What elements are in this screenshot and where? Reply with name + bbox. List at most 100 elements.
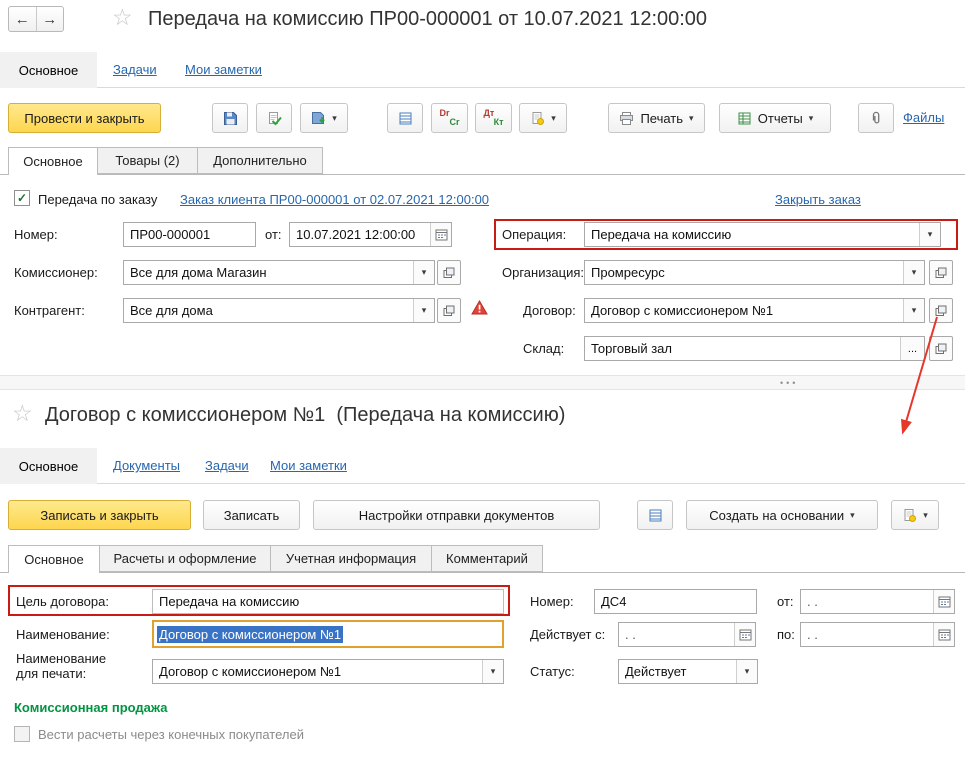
reports-label: Отчеты <box>757 110 803 126</box>
attachments-button[interactable] <box>858 103 894 133</box>
chevron-down-icon: ▾ <box>551 112 556 123</box>
valid-from-field[interactable]: . . <box>618 622 756 647</box>
calendar-button[interactable] <box>933 590 954 613</box>
contract-date-field[interactable]: . . <box>800 589 955 614</box>
post-button[interactable] <box>256 103 292 133</box>
dropdown-button[interactable]: ▾ <box>413 261 434 284</box>
operation-field[interactable]: Передача на комиссию ▾ <box>584 222 941 247</box>
dropdown-button[interactable]: ▾ <box>919 223 940 246</box>
doc2-nav-main[interactable]: Основное <box>0 448 97 484</box>
organization-field[interactable]: Промресурс ▾ <box>584 260 925 285</box>
chevron-down-icon: ▾ <box>808 112 814 123</box>
back-button[interactable]: ← <box>9 7 37 31</box>
name-label: Наименование: <box>16 627 110 642</box>
choose-button[interactable]: ... <box>900 337 924 360</box>
save-button[interactable] <box>212 103 248 133</box>
list-register-button[interactable] <box>637 500 673 530</box>
create-based-on-button[interactable]: Создать на основании ▾ <box>686 500 878 530</box>
calendar-button[interactable] <box>430 223 451 246</box>
doc2-tab-main[interactable]: Основное <box>8 545 100 573</box>
calendar-button[interactable] <box>734 623 755 646</box>
doc1-tab-additional[interactable]: Дополнительно <box>197 147 323 174</box>
more-actions-button[interactable]: ▾ <box>891 500 939 530</box>
dropdown-button[interactable]: ▾ <box>482 660 503 683</box>
doc1-nav-tasks[interactable]: Задачи <box>113 62 157 77</box>
contract-number-field[interactable]: ДС4 <box>594 589 757 614</box>
client-order-link[interactable]: Заказ клиента ПР00-000001 от 02.07.2021 … <box>180 192 489 207</box>
window-splitter[interactable]: ••• <box>0 375 965 390</box>
purpose-value: Передача на комиссию <box>159 594 300 609</box>
doc2-tab-comment[interactable]: Комментарий <box>431 545 543 572</box>
post-options-button[interactable]: ▾ <box>300 103 348 133</box>
warning-icon <box>471 300 488 315</box>
operation-label: Операция: <box>502 227 567 242</box>
dropdown-button[interactable]: ▾ <box>736 660 757 683</box>
calendar-button[interactable] <box>933 623 954 646</box>
save-and-close-button[interactable]: Записать и закрыть <box>8 500 191 530</box>
by-order-label: Передача по заказу <box>38 192 158 207</box>
doc2-nav-notes[interactable]: Мои заметки <box>270 458 347 473</box>
valid-to-field[interactable]: . . <box>800 622 955 647</box>
save-button[interactable]: Записать <box>203 500 300 530</box>
chevron-down-icon: ▾ <box>927 229 933 239</box>
drcr-icon: Dr Cr <box>439 108 460 127</box>
forward-button[interactable]: → <box>37 7 64 31</box>
doc2-tab-accounting[interactable]: Учетная информация <box>270 545 432 572</box>
open-form-icon <box>443 267 455 278</box>
doc1-tab-goods[interactable]: Товары (2) <box>97 147 198 174</box>
chevron-down-icon: ▾ <box>421 267 427 277</box>
doc2-nav-panel: Основное Документы Задачи Мои заметки <box>0 448 965 484</box>
commissioner-field[interactable]: Все для дома Магазин ▾ <box>123 260 435 285</box>
chevron-down-icon: ▾ <box>332 112 337 123</box>
dropdown-button[interactable]: ▾ <box>903 261 924 284</box>
number-field[interactable]: ПР00-000001 <box>123 222 256 247</box>
postings-dtkt-button[interactable]: Дт Кт <box>475 103 512 133</box>
print-button[interactable]: Печать ▾ <box>608 103 705 133</box>
files-link[interactable]: Файлы <box>903 110 944 125</box>
doc1-tab-main[interactable]: Основное <box>8 147 98 175</box>
history-nav-group: ← → <box>8 6 64 32</box>
print-name-field[interactable]: Договор с комиссионером №1 ▾ <box>152 659 504 684</box>
create-based-on-icon-button[interactable]: ▾ <box>519 103 567 133</box>
create-based-on-label: Создать на основании <box>709 507 845 523</box>
reports-button[interactable]: Отчеты ▾ <box>719 103 831 133</box>
doc2-nav-tasks[interactable]: Задачи <box>205 458 249 473</box>
post-document-icon <box>267 111 282 126</box>
dropdown-button[interactable]: ▾ <box>903 299 924 322</box>
status-field[interactable]: Действует ▾ <box>618 659 758 684</box>
dropdown-button[interactable]: ▾ <box>413 299 434 322</box>
date-field[interactable]: 10.07.2021 12:00:00 <box>289 222 452 247</box>
doc2-nav-documents[interactable]: Документы <box>113 458 180 473</box>
chevron-down-icon: ▾ <box>490 666 496 676</box>
favorite-star-icon[interactable]: ☆ <box>112 6 133 29</box>
close-order-link[interactable]: Закрыть заказ <box>775 192 861 207</box>
post-and-close-button[interactable]: Провести и закрыть <box>8 103 161 133</box>
doc2-tabline <box>0 572 965 573</box>
send-settings-button[interactable]: Настройки отправки документов <box>313 500 600 530</box>
paperclip-icon <box>869 111 884 126</box>
purpose-label: Цель договора: <box>16 594 109 609</box>
postings-drcr-button[interactable]: Dr Cr <box>431 103 468 133</box>
warehouse-field[interactable]: Торговый зал ... <box>584 336 925 361</box>
save-icon <box>223 111 238 126</box>
contract-number-value: ДС4 <box>601 594 627 609</box>
counterparty-field[interactable]: Все для дома ▾ <box>123 298 435 323</box>
commissioner-open-button[interactable] <box>437 260 461 285</box>
by-order-checkbox[interactable]: ✓ <box>14 190 30 206</box>
counterparty-value: Все для дома <box>130 303 213 318</box>
settlements-checkbox[interactable] <box>14 726 30 742</box>
name-input[interactable]: Договор с комиссионером №1 <box>152 620 504 648</box>
contract-number-label: Номер: <box>530 594 574 609</box>
doc2-tab-calculations[interactable]: Расчеты и оформление <box>99 545 271 572</box>
warehouse-open-button[interactable] <box>929 336 953 361</box>
operation-value: Передача на комиссию <box>591 227 732 242</box>
doc1-nav-main[interactable]: Основное <box>0 52 97 88</box>
counterparty-open-button[interactable] <box>437 298 461 323</box>
purpose-field[interactable]: Передача на комиссию <box>152 589 504 614</box>
contract-field[interactable]: Договор с комиссионером №1 ▾ <box>584 298 925 323</box>
organization-open-button[interactable] <box>929 260 953 285</box>
doc1-nav-notes[interactable]: Мои заметки <box>185 62 262 77</box>
contract-open-button[interactable] <box>929 298 953 323</box>
favorite-star-icon[interactable]: ☆ <box>12 402 33 425</box>
document-register-button[interactable] <box>387 103 423 133</box>
